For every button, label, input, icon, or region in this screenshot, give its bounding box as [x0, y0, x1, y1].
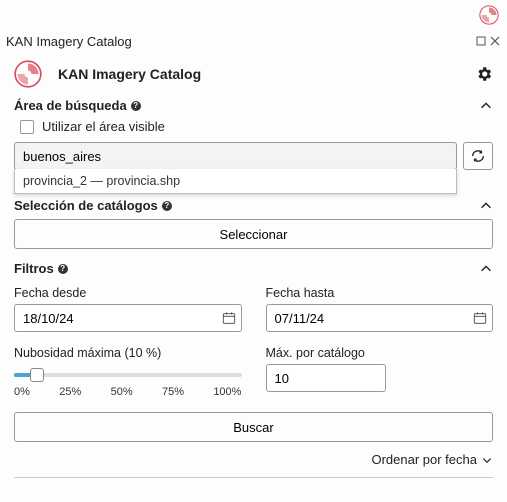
date-from-label: Fecha desde	[14, 286, 242, 300]
panel-header-title: KAN Imagery Catalog	[6, 34, 132, 49]
select-catalogs-button[interactable]: Seleccionar	[14, 219, 493, 249]
date-to-input[interactable]	[266, 304, 494, 332]
panel-title: KAN Imagery Catalog	[58, 66, 201, 82]
max-per-catalog-input[interactable]	[266, 364, 386, 392]
window-title-bar	[0, 0, 507, 30]
gear-icon[interactable]	[475, 65, 493, 83]
slider-tick: 50%	[111, 386, 133, 398]
refresh-button[interactable]	[463, 142, 493, 170]
cloud-slider[interactable]	[14, 368, 242, 382]
slider-tick: 0%	[14, 386, 30, 398]
visible-area-checkbox[interactable]	[20, 120, 34, 134]
section-head-area: Área de búsqueda ?	[14, 98, 493, 113]
chevron-down-icon[interactable]	[481, 454, 493, 466]
help-icon[interactable]: ?	[162, 201, 172, 211]
catalogs-section-title: Selección de catálogos	[14, 198, 158, 213]
chevron-up-icon[interactable]	[479, 262, 493, 276]
chevron-up-icon[interactable]	[479, 99, 493, 113]
area-section-title: Área de búsqueda	[14, 98, 127, 113]
visible-area-label: Utilizar el área visible	[42, 119, 165, 134]
help-icon[interactable]: ?	[131, 101, 141, 111]
slider-tick: 75%	[162, 386, 184, 398]
panel-close-icon[interactable]	[489, 35, 501, 47]
area-search-input[interactable]	[14, 142, 457, 170]
chevron-up-icon[interactable]	[479, 199, 493, 213]
slider-tick: 100%	[213, 386, 241, 398]
filters-section-title: Filtros	[14, 261, 54, 276]
kan-logo-icon	[14, 60, 42, 88]
section-head-filters: Filtros ?	[14, 261, 493, 276]
slider-tick: 25%	[59, 386, 81, 398]
search-button[interactable]: Buscar	[14, 412, 493, 442]
date-to-label: Fecha hasta	[266, 286, 494, 300]
kan-logo-icon	[479, 5, 499, 25]
results-divider	[14, 477, 493, 487]
cloud-label: Nubosidad máxima (10 %)	[14, 346, 242, 360]
panel-header: KAN Imagery Catalog	[0, 30, 507, 52]
max-per-catalog-label: Máx. por catálogo	[266, 346, 494, 360]
section-head-catalogs: Selección de catálogos ?	[14, 198, 493, 213]
autocomplete-suggestion[interactable]: provincia_2 — provincia.shp	[14, 169, 457, 194]
panel-undock-icon[interactable]	[475, 35, 487, 47]
help-icon[interactable]: ?	[58, 264, 68, 274]
refresh-icon	[470, 148, 486, 164]
date-from-input[interactable]	[14, 304, 242, 332]
order-by-label[interactable]: Ordenar por fecha	[371, 452, 477, 467]
